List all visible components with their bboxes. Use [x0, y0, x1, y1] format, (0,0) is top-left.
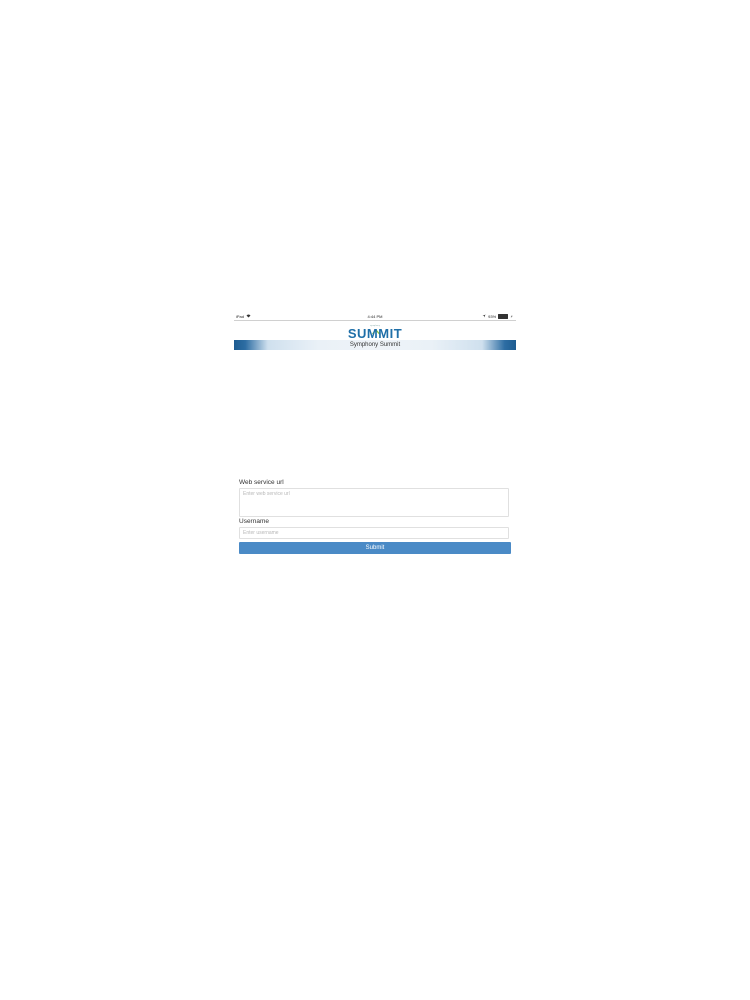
username-input[interactable]: Enter username [239, 527, 509, 539]
url-placeholder: Enter web service url [243, 491, 290, 497]
username-label: Username [239, 518, 269, 525]
charging-icon: ⚡ [510, 314, 513, 319]
logo-wordmark: SUMMIT [347, 326, 403, 341]
location-icon [482, 314, 486, 319]
status-time: 4:44 PM [367, 314, 383, 319]
battery-percent: 93% [488, 314, 497, 319]
title-bar: Symphony Summit [234, 340, 516, 350]
battery-icon [498, 314, 509, 319]
web-service-url-input[interactable]: Enter web service url [239, 488, 509, 517]
url-label: Web service url [239, 479, 284, 486]
username-placeholder: Enter username [243, 530, 279, 536]
status-right: 93% ⚡ [482, 314, 513, 319]
status-bar: iPad 4:44 PM 93% ⚡ [234, 312, 516, 321]
page-title: Symphony Summit [349, 341, 401, 348]
submit-button[interactable]: Submit [239, 542, 511, 554]
app-screen: iPad 4:44 PM 93% ⚡ symphony SUMMIT Accel… [234, 312, 516, 562]
